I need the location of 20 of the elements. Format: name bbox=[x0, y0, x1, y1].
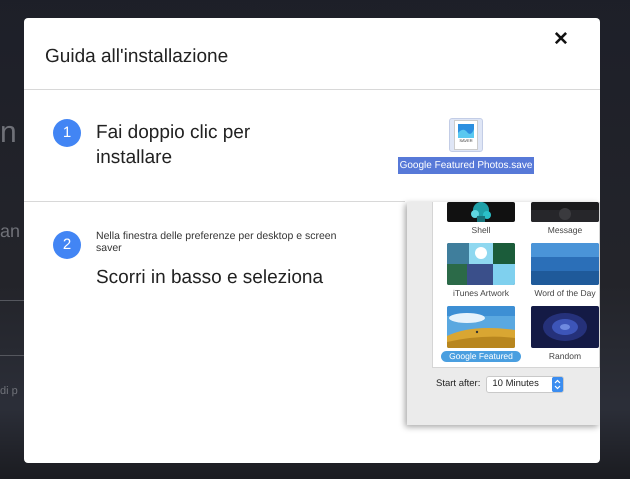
wave-image-icon bbox=[458, 124, 474, 138]
screen-saver-label[interactable]: Shell bbox=[464, 225, 498, 236]
close-button[interactable]: ✕ bbox=[549, 30, 573, 49]
start-after-label: Start after: bbox=[436, 377, 480, 392]
stepper-icon bbox=[552, 377, 564, 392]
step-number: 2 bbox=[53, 231, 81, 259]
screen-saver-label[interactable]: Message bbox=[540, 225, 590, 236]
background-text: n bbox=[0, 118, 17, 148]
background-text: an bbox=[0, 222, 20, 240]
dialog-title: Guida all'installazione bbox=[45, 45, 228, 70]
screen-saver-label[interactable]: iTunes Artwork bbox=[445, 288, 517, 299]
background-text: di p bbox=[0, 386, 18, 397]
file-name[interactable]: Google Featured Photos.save bbox=[398, 157, 534, 174]
step-number: 1 bbox=[53, 119, 81, 147]
screen-saver-label[interactable]: Random bbox=[540, 351, 590, 362]
step-note: Nella finestra delle preferenze per desktop e screen saver bbox=[96, 230, 338, 254]
step-title: Fai doppio clic per installare bbox=[96, 121, 252, 170]
screen-saver-label[interactable]: Word of the Day bbox=[526, 288, 599, 299]
start-after-dropdown[interactable]: 10 Minutes bbox=[486, 376, 564, 393]
step-title: Scorri in basso e seleziona bbox=[96, 266, 324, 290]
